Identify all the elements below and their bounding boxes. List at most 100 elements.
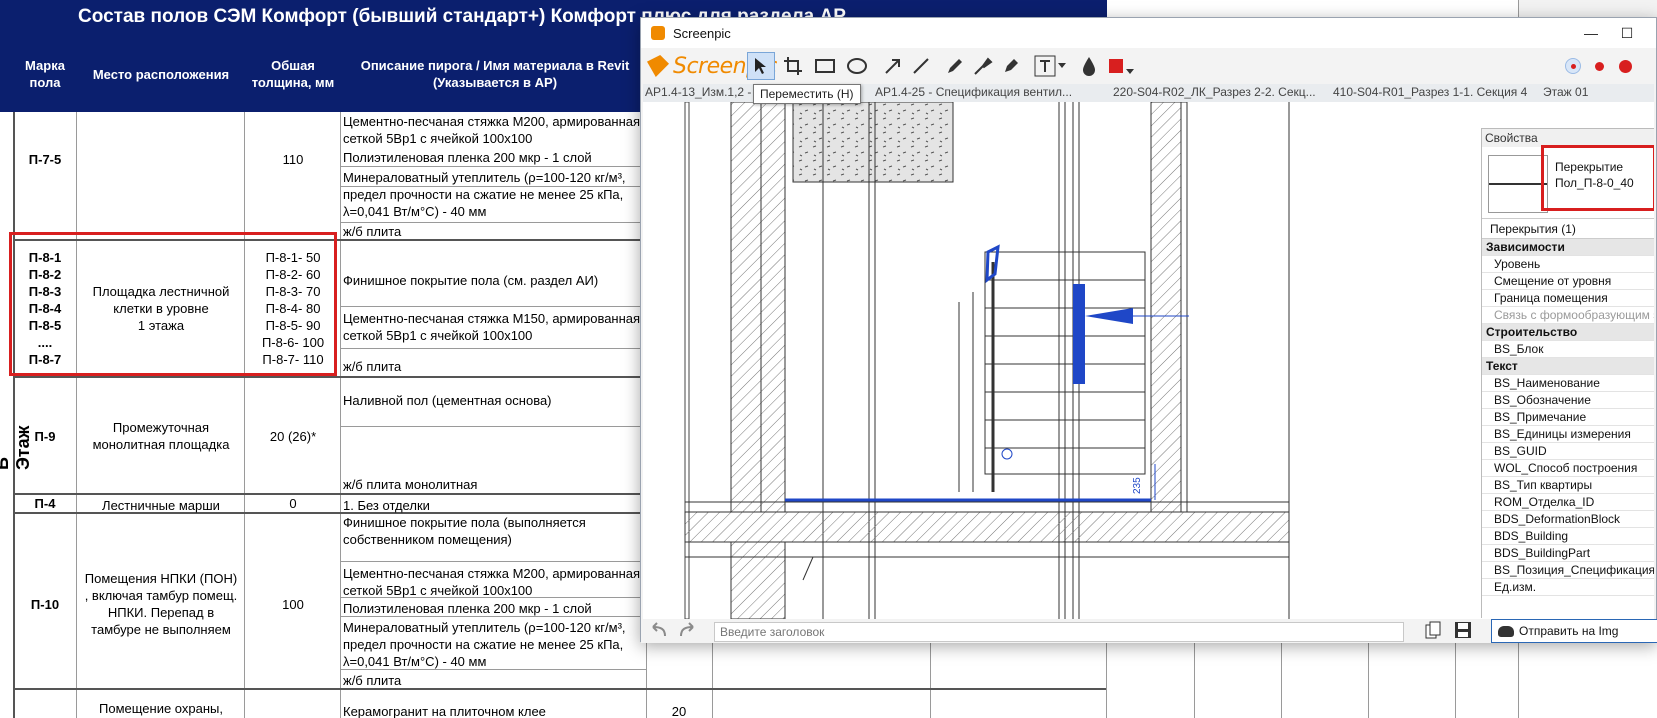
size-medium-option[interactable] bbox=[1591, 58, 1607, 74]
redo-button[interactable] bbox=[677, 621, 699, 644]
prop-row[interactable]: Граница помещения bbox=[1482, 290, 1654, 307]
cell-thickness[interactable]: 20 (26)* bbox=[246, 428, 340, 445]
window-titlebar[interactable]: Screenpic — ☐ bbox=[641, 18, 1656, 48]
save-button[interactable] bbox=[1453, 620, 1473, 642]
color-picker-button[interactable] bbox=[1107, 52, 1135, 80]
prop-row[interactable]: BS_GUID bbox=[1482, 443, 1654, 460]
header-description[interactable]: Описание пирога / Имя материала в Revit … bbox=[342, 36, 648, 112]
prop-row[interactable]: BS_Тип квартиры bbox=[1482, 477, 1654, 494]
blur-tool-button[interactable] bbox=[969, 52, 997, 80]
cell-description[interactable]: Цементно-песчаная стяжка М200, армирован… bbox=[340, 113, 646, 147]
prop-row[interactable]: Уровень bbox=[1482, 256, 1654, 273]
prop-row[interactable]: ROM_Отделка_ID bbox=[1482, 494, 1654, 511]
cell-location[interactable]: Помещения НПКИ (ПОН) , включая тамбур по… bbox=[78, 570, 244, 638]
size-large-option[interactable] bbox=[1617, 58, 1633, 74]
cell-thickness[interactable]: 110 bbox=[246, 151, 340, 168]
maximize-button[interactable]: ☐ bbox=[1609, 22, 1645, 44]
title-input[interactable] bbox=[714, 622, 1404, 642]
ellipse-icon bbox=[847, 58, 867, 74]
header-location[interactable]: Место расположения bbox=[78, 36, 244, 112]
cell-mark[interactable]: П-9 bbox=[14, 428, 76, 445]
cell-thickness[interactable]: 100 bbox=[246, 596, 340, 613]
prop-row[interactable]: BDS_Building bbox=[1482, 528, 1654, 545]
selection-count[interactable]: Перекрытия (1) bbox=[1482, 219, 1654, 239]
prop-row[interactable]: BDS_BuildingPart bbox=[1482, 545, 1654, 562]
cell-description[interactable]: Полиэтиленовая пленка 200 мкр - 1 слой bbox=[340, 600, 646, 617]
prop-row[interactable]: BS_Примечание bbox=[1482, 409, 1654, 426]
rectangle-tool-button[interactable] bbox=[811, 52, 839, 80]
prop-row[interactable]: BS_Обозначение bbox=[1482, 392, 1654, 409]
header-mark[interactable]: Марка пола bbox=[14, 36, 76, 112]
revit-tab[interactable]: 220-S04-R02_ЛК_Разрез 2-2. Секц... bbox=[1113, 85, 1316, 99]
cell-description[interactable]: Финишное покрытие пола (см. раздел АИ) bbox=[340, 272, 646, 289]
grid-line bbox=[340, 426, 646, 427]
cell-description[interactable]: ж/б плита bbox=[340, 358, 646, 375]
toolbar: Screenpic bbox=[641, 48, 1656, 84]
line-tool-button[interactable] bbox=[907, 52, 935, 80]
save-icon bbox=[1455, 622, 1471, 638]
size-small-option[interactable] bbox=[1565, 58, 1581, 74]
prop-group[interactable]: Строительство bbox=[1482, 324, 1654, 341]
cell-description[interactable]: Цементно-песчаная стяжка М200, армирован… bbox=[340, 565, 646, 599]
cell-location[interactable]: Промежуточная монолитная площадка bbox=[78, 419, 244, 453]
prop-row[interactable]: BS_Наименование bbox=[1482, 375, 1654, 392]
cell-description[interactable]: Керамогранит на плиточном клее bbox=[340, 703, 646, 718]
pen-tool-button[interactable] bbox=[941, 52, 969, 80]
header-thickness[interactable]: Обшая толщина, мм bbox=[246, 36, 340, 112]
cell-description[interactable]: ж/б плита монолитная bbox=[340, 476, 646, 493]
cell-mark[interactable]: П-4 bbox=[14, 495, 76, 512]
cell-location[interactable]: Лестничные марши bbox=[78, 497, 244, 514]
revit-tab[interactable]: 410-S04-R01_Разрез 1-1. Секция 4 bbox=[1333, 85, 1527, 99]
dot-medium bbox=[1594, 61, 1604, 71]
prop-row[interactable]: BS_Единицы измерения bbox=[1482, 426, 1654, 443]
crop-tool-button[interactable] bbox=[779, 52, 807, 80]
arrow-icon bbox=[885, 59, 900, 74]
cell-description[interactable]: Полиэтиленовая пленка 200 мкр - 1 слой bbox=[340, 149, 646, 166]
grid-line bbox=[1368, 640, 1369, 718]
screen: Состав полов СЭМ Комфорт (бывший стандар… bbox=[0, 0, 1657, 718]
prop-group[interactable]: Зависимости bbox=[1482, 239, 1654, 256]
ellipse-tool-button[interactable] bbox=[843, 52, 871, 80]
arrow-tool-button[interactable] bbox=[879, 52, 907, 80]
grid-line bbox=[76, 112, 77, 718]
prop-group[interactable]: Текст bbox=[1482, 358, 1654, 375]
prop-row[interactable]: WOL_Способ построения bbox=[1482, 460, 1654, 477]
prop-row[interactable]: Ед.изм. bbox=[1482, 579, 1654, 596]
prop-row[interactable]: Смещение от уровня bbox=[1482, 273, 1654, 290]
cell-description[interactable]: 1. Без отделки bbox=[340, 497, 646, 514]
revit-tab[interactable]: АР1.4-13_Изм.1,2 - bbox=[645, 85, 751, 99]
revit-tab[interactable]: АР1.4-25 - Спецификация вентил... bbox=[875, 85, 1072, 99]
grid-line bbox=[340, 561, 646, 562]
cell-description[interactable]: Наливной пол (цементная основа) bbox=[340, 392, 646, 409]
cell-mark[interactable]: П-10 bbox=[14, 596, 76, 613]
cell-extra[interactable]: 20 bbox=[648, 703, 710, 718]
prop-row[interactable]: BDS_DeformationBlock bbox=[1482, 511, 1654, 528]
marker-tool-button[interactable] bbox=[997, 52, 1025, 80]
fill-tool-button[interactable] bbox=[1075, 52, 1103, 80]
cell-description[interactable]: Цементно-песчаная стяжка М150, армирован… bbox=[340, 310, 646, 344]
copy-button[interactable] bbox=[1423, 620, 1443, 642]
cell-location[interactable]: Помещение охраны, bbox=[78, 700, 244, 717]
cell-description[interactable]: ж/б плита bbox=[340, 223, 646, 240]
chevron-down-icon bbox=[1125, 69, 1134, 74]
revit-tab[interactable]: Этаж 01 bbox=[1543, 85, 1588, 99]
text-dropdown[interactable] bbox=[1055, 52, 1069, 80]
undo-button[interactable] bbox=[647, 621, 669, 644]
minimize-button[interactable]: — bbox=[1573, 22, 1609, 44]
move-tool-button[interactable] bbox=[747, 52, 775, 80]
type-preview[interactable]: Перекрытие Пол_П-8-0_40 bbox=[1482, 145, 1654, 219]
capture-canvas[interactable]: АР1.4-13_Изм.1,2 - АР1.4-25 - Спецификац… bbox=[643, 84, 1654, 619]
cell-description[interactable]: ж/б плита bbox=[340, 672, 646, 689]
cell-mark[interactable]: П-7-5 bbox=[14, 151, 76, 168]
drop-icon bbox=[1083, 57, 1095, 76]
cell-description[interactable]: Минераловатный утеплитель (ρ=100-120 кг/… bbox=[340, 169, 646, 220]
tooltip: Переместить (H) bbox=[753, 84, 861, 104]
prop-row[interactable]: Связь с формообразующим э bbox=[1482, 307, 1654, 324]
prop-row[interactable]: BS_Позиция_Спецификация bbox=[1482, 562, 1654, 579]
send-to-cloud-button[interactable]: Отправить на Img bbox=[1491, 619, 1657, 643]
sheet-background-gray bbox=[1519, 0, 1657, 17]
cell-description[interactable]: Финишное покрытие пола (выполняется собс… bbox=[340, 514, 646, 548]
cell-description[interactable]: Минераловатный утеплитель (ρ=100-120 кг/… bbox=[340, 619, 646, 670]
prop-row[interactable]: BS_Блок bbox=[1482, 341, 1654, 358]
cell-thickness[interactable]: 0 bbox=[246, 495, 340, 512]
